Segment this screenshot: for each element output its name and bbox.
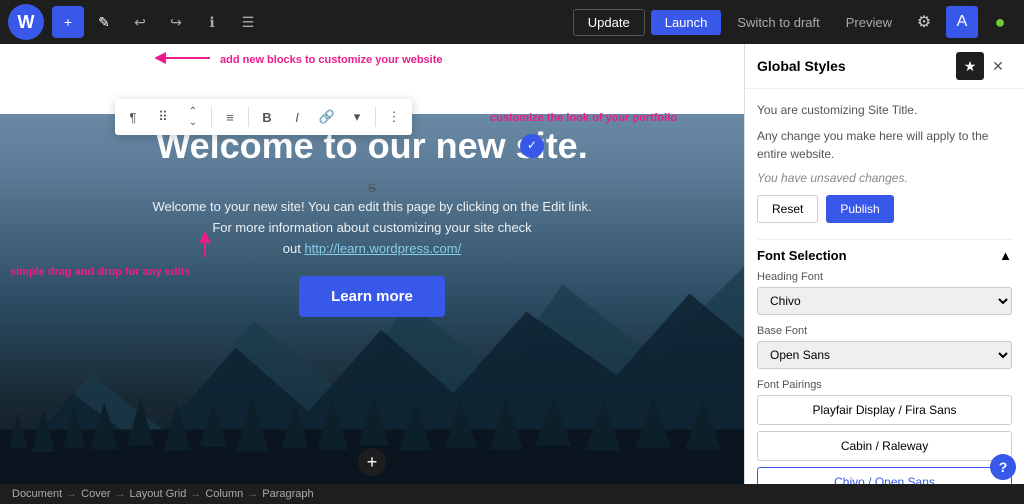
font-pairings-label: Font Pairings bbox=[757, 379, 1012, 391]
right-panel: Global Styles ★ ✕ You are customizing Si… bbox=[744, 44, 1024, 484]
panel-desc-1: You are customizing Site Title. bbox=[757, 101, 1012, 119]
main-area: ¶ ⠿ ⌃⌄ ≡ B I 🔗 ▾ ⋮ Welcome to our new si… bbox=[0, 44, 1024, 484]
hero-desc-text: Welcome to your new site! You can edit t… bbox=[152, 199, 591, 256]
tools-button[interactable]: ✎ bbox=[88, 6, 120, 38]
italic-button[interactable]: I bbox=[283, 103, 311, 131]
panel-close-button[interactable]: ✕ bbox=[984, 52, 1012, 80]
styles-icon-button[interactable]: ● bbox=[984, 6, 1016, 38]
panel-unsaved-text: You have unsaved changes. bbox=[757, 171, 1012, 185]
info-button[interactable]: ℹ bbox=[196, 6, 228, 38]
font-selection-header[interactable]: Font Selection ▲ bbox=[757, 239, 1012, 271]
font-selection-chevron: ▲ bbox=[999, 248, 1012, 263]
checkmark-icon: ✓ bbox=[520, 134, 544, 158]
breadcrumb-sep-4: → bbox=[247, 488, 258, 500]
font-pairing-1[interactable]: Playfair Display / Fira Sans bbox=[757, 395, 1012, 425]
learn-more-button[interactable]: Learn more bbox=[299, 276, 445, 317]
wp-logo[interactable]: W bbox=[8, 4, 44, 40]
heading-font-select[interactable]: Chivo bbox=[757, 287, 1012, 315]
add-block-button[interactable]: + bbox=[52, 6, 84, 38]
list-view-button[interactable]: ☰ bbox=[232, 6, 264, 38]
main-toolbar: W + ✎ ↩ ↪ ℹ ☰ Update Launch Switch to dr… bbox=[0, 0, 1024, 44]
link-button[interactable]: 🔗 bbox=[313, 103, 341, 131]
more-options-chevron[interactable]: ▾ bbox=[343, 103, 371, 131]
preview-button[interactable]: Preview bbox=[836, 10, 902, 35]
hero-description: Welcome to your new site! You can edit t… bbox=[132, 197, 612, 259]
drag-handle-button[interactable]: ⠿ bbox=[149, 103, 177, 131]
panel-bookmark-button[interactable]: ★ bbox=[956, 52, 984, 80]
breadcrumb-cover[interactable]: Cover bbox=[81, 488, 110, 500]
font-pairing-3-part1: Chivo bbox=[834, 475, 865, 484]
block-options-button[interactable]: ⋮ bbox=[380, 103, 408, 131]
panel-actions: Reset Publish bbox=[757, 195, 1012, 223]
publish-button[interactable]: Publish bbox=[826, 195, 893, 223]
reset-button[interactable]: Reset bbox=[757, 195, 818, 223]
breadcrumb-layout-grid[interactable]: Layout Grid bbox=[129, 488, 186, 500]
panel-header: Global Styles ★ ✕ bbox=[745, 44, 1024, 89]
breadcrumb: Document → Cover → Layout Grid → Column … bbox=[0, 484, 1024, 504]
breadcrumb-paragraph[interactable]: Paragraph bbox=[262, 488, 313, 500]
bold-button[interactable]: B bbox=[253, 103, 281, 131]
block-toolbar: ¶ ⠿ ⌃⌄ ≡ B I 🔗 ▾ ⋮ bbox=[115, 99, 412, 135]
breadcrumb-column[interactable]: Column bbox=[205, 488, 243, 500]
panel-title: Global Styles bbox=[757, 58, 956, 74]
panel-desc-2: Any change you make here will apply to t… bbox=[757, 127, 1012, 163]
hero-link[interactable]: http://learn.wordpress.com/ bbox=[304, 241, 461, 256]
launch-button[interactable]: Launch bbox=[651, 10, 722, 35]
heading-font-label: Heading Font bbox=[757, 271, 1012, 283]
font-selection-label: Font Selection bbox=[757, 248, 847, 263]
undo-button[interactable]: ↩ bbox=[124, 6, 156, 38]
settings-button[interactable]: ⚙ bbox=[908, 6, 940, 38]
toolbar-divider-2 bbox=[248, 107, 249, 127]
redo-button[interactable]: ↪ bbox=[160, 6, 192, 38]
switch-to-draft-button[interactable]: Switch to draft bbox=[727, 10, 829, 35]
font-pairing-2[interactable]: Cabin / Raleway bbox=[757, 431, 1012, 461]
heading-font-field: Heading Font Chivo bbox=[757, 271, 1012, 315]
align-button[interactable]: ≡ bbox=[216, 103, 244, 131]
font-pairing-3-part2: Open Sans bbox=[875, 475, 935, 484]
update-button[interactable]: Update bbox=[573, 9, 645, 36]
font-pairing-3[interactable]: Chivo / Open Sans bbox=[757, 467, 1012, 484]
base-font-field: Base Font Open Sans bbox=[757, 325, 1012, 369]
panel-body: You are customizing Site Title. Any chan… bbox=[745, 89, 1024, 484]
help-button[interactable]: ? bbox=[990, 454, 1016, 480]
breadcrumb-sep-1: → bbox=[66, 488, 77, 500]
toolbar-divider-3 bbox=[375, 107, 376, 127]
typography-button[interactable]: A bbox=[946, 6, 978, 38]
base-font-select[interactable]: Open Sans bbox=[757, 341, 1012, 369]
site-canvas[interactable]: ¶ ⠿ ⌃⌄ ≡ B I 🔗 ▾ ⋮ Welcome to our new si… bbox=[0, 44, 744, 484]
strikethrough-indicator: S bbox=[365, 179, 379, 193]
move-block-button[interactable]: ⌃⌄ bbox=[179, 103, 207, 131]
base-font-label: Base Font bbox=[757, 325, 1012, 337]
font-pairings-field: Font Pairings Playfair Display / Fira Sa… bbox=[757, 379, 1012, 484]
font-pairing-3-sep: / bbox=[865, 475, 875, 484]
toolbar-divider bbox=[211, 107, 212, 127]
paragraph-type-button[interactable]: ¶ bbox=[119, 103, 147, 131]
breadcrumb-document[interactable]: Document bbox=[12, 488, 62, 500]
breadcrumb-sep-2: → bbox=[114, 488, 125, 500]
breadcrumb-sep-3: → bbox=[190, 488, 201, 500]
add-block-canvas-button[interactable]: + bbox=[358, 448, 386, 476]
strikethrough-char: S bbox=[368, 181, 376, 195]
hero-content: Welcome to our new site. S Welcome to yo… bbox=[0, 124, 744, 317]
